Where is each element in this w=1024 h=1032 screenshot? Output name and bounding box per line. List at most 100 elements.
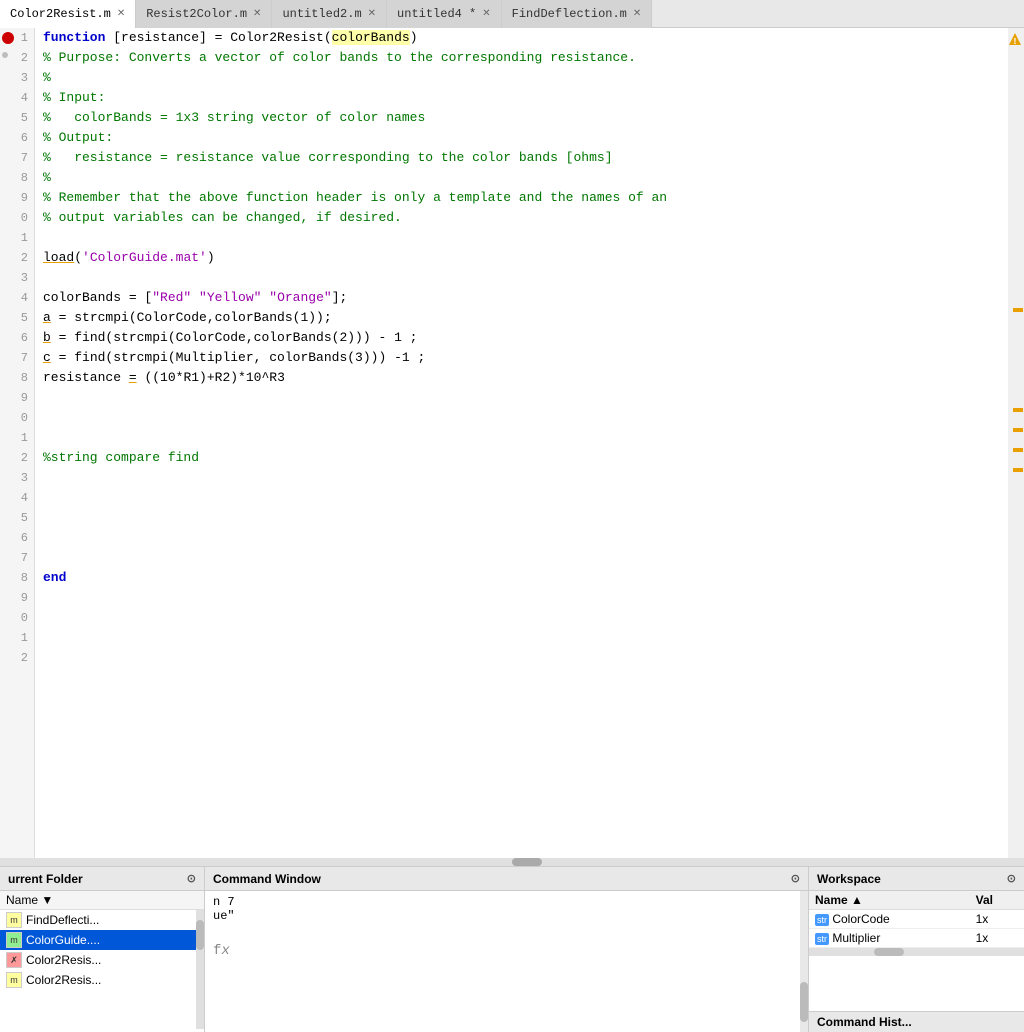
folder-item-color2resis-2[interactable]: m Color2Resis... <box>0 970 196 990</box>
code-line-3: % <box>43 68 1008 88</box>
code-line-19 <box>43 388 1008 408</box>
line-num-1: 1 <box>0 28 34 48</box>
tab-label: Color2Resist.m <box>10 7 111 21</box>
ws-cell-name-multiplier: str Multiplier <box>809 929 970 948</box>
cmd-line-3: ue" <box>213 909 792 923</box>
line-num-16: 6 <box>0 328 34 348</box>
code-line-31 <box>43 628 1008 648</box>
right-gutter: ! <box>1008 28 1024 858</box>
tab-close-untitled2[interactable]: ✕ <box>368 8 376 20</box>
line-num-12: 2 <box>0 248 34 268</box>
command-window-header: Command Window ⊙ <box>205 867 808 891</box>
ws-type-icon-multiplier: str <box>815 933 829 945</box>
code-line-12: load('ColorGuide.mat') <box>43 248 1008 268</box>
editor-scrollbar-h[interactable] <box>0 858 1024 866</box>
line-num-2: 2 <box>0 48 34 68</box>
ws-row-colorcode[interactable]: str ColorCode 1x <box>809 910 1024 929</box>
folder-col-header: Name ▼ <box>0 891 204 910</box>
ws-row-multiplier[interactable]: str Multiplier 1x <box>809 929 1024 948</box>
tab-resist2color[interactable]: Resist2Color.m ✕ <box>136 0 272 28</box>
workspace-scrollbar-thumb[interactable] <box>874 948 904 956</box>
command-window-body[interactable]: n 7 ue" fx <box>205 891 808 1032</box>
code-editor[interactable]: function [resistance] = Color2Resist(col… <box>35 28 1008 858</box>
line-num-31: 1 <box>0 628 34 648</box>
line-num-23: 3 <box>0 468 34 488</box>
folder-scrollbar[interactable] <box>196 910 204 1029</box>
svg-text:!: ! <box>1012 37 1017 46</box>
line-num-19: 9 <box>0 388 34 408</box>
file-icon-m2: m <box>6 972 22 988</box>
line-num-8: 8 <box>0 168 34 188</box>
code-line-11 <box>43 228 1008 248</box>
command-scrollbar-thumb[interactable] <box>800 982 808 1022</box>
command-scrollbar[interactable] <box>800 891 808 1032</box>
tab-color2resist[interactable]: Color2Resist.m ✕ <box>0 0 136 28</box>
code-line-5: % colorBands = 1x3 string vector of colo… <box>43 108 1008 128</box>
workspace-menu-icon[interactable]: ⊙ <box>1007 872 1016 885</box>
editor-container: 1 2 3 4 5 6 7 8 9 0 1 2 3 4 5 6 7 8 9 0 … <box>0 28 1024 858</box>
tab-close-color2resist[interactable]: ✕ <box>117 8 125 20</box>
tab-finddeflection[interactable]: FindDeflection.m ✕ <box>502 0 653 28</box>
tab-untitled2[interactable]: untitled2.m ✕ <box>272 0 387 28</box>
code-line-26 <box>43 528 1008 548</box>
gutter-marker-4 <box>1013 448 1023 452</box>
panel-command-window: Command Window ⊙ n 7 ue" fx <box>205 867 809 1032</box>
line-num-32: 2 <box>0 648 34 668</box>
ws-col-value: Val <box>970 891 1024 910</box>
current-folder-header: urrent Folder ⊙ <box>0 867 204 891</box>
current-folder-title: urrent Folder <box>8 872 83 886</box>
code-line-20 <box>43 408 1008 428</box>
code-line-15: a = strcmpi(ColorCode,colorBands(1)); <box>43 308 1008 328</box>
line-num-9: 9 <box>0 188 34 208</box>
tab-untitled4[interactable]: untitled4 * ✕ <box>387 0 502 28</box>
line-num-22: 2 <box>0 448 34 468</box>
code-line-23 <box>43 468 1008 488</box>
tab-label: FindDeflection.m <box>512 7 627 21</box>
tab-close-finddeflection[interactable]: ✕ <box>633 8 641 20</box>
line-num-4: 4 <box>0 88 34 108</box>
line-num-25: 5 <box>0 508 34 528</box>
file-icon-mat: m <box>6 932 22 948</box>
folder-item-finddeflection[interactable]: m FindDeflecti... <box>0 910 196 930</box>
line-num-14: 4 <box>0 288 34 308</box>
editor-scrollbar-thumb[interactable] <box>512 858 542 866</box>
code-line-9: % Remember that the above function heade… <box>43 188 1008 208</box>
tab-label: Resist2Color.m <box>146 7 247 21</box>
code-line-14: colorBands = ["Red" "Yellow" "Orange"]; <box>43 288 1008 308</box>
workspace-title: Workspace <box>817 872 881 886</box>
line-num-30: 0 <box>0 608 34 628</box>
code-line-27 <box>43 548 1008 568</box>
line-num-29: 9 <box>0 588 34 608</box>
line-num-11: 1 <box>0 228 34 248</box>
folder-list: m FindDeflecti... m ColorGuide.... ✗ Col… <box>0 910 196 1029</box>
tab-close-untitled4[interactable]: ✕ <box>482 8 490 20</box>
command-window-menu-icon[interactable]: ⊙ <box>791 872 800 885</box>
folder-name-col: Name ▼ <box>6 893 53 907</box>
current-folder-menu-icon[interactable]: ⊙ <box>187 872 196 885</box>
cmd-line-5: fx <box>213 943 792 959</box>
command-window-text: n 7 ue" fx <box>205 891 800 1032</box>
ws-cell-val-colorcode: 1x <box>970 910 1024 929</box>
folder-item-color2resis-1[interactable]: ✗ Color2Resis... <box>0 950 196 970</box>
line-num-7: 7 <box>0 148 34 168</box>
folder-scrollbar-thumb[interactable] <box>196 920 204 950</box>
file-icon-err: ✗ <box>6 952 22 968</box>
warning-icon: ! <box>1008 32 1022 46</box>
gutter-marker-2 <box>1013 408 1023 412</box>
line-num-3: 3 <box>0 68 34 88</box>
code-line-17: c = find(strcmpi(Multiplier, colorBands(… <box>43 348 1008 368</box>
code-line-8: % <box>43 168 1008 188</box>
line-num-21: 1 <box>0 428 34 448</box>
folder-item-colorguide[interactable]: m ColorGuide.... <box>0 930 196 950</box>
workspace-scrollbar-h[interactable] <box>809 948 1024 956</box>
line-num-18: 8 <box>0 368 34 388</box>
command-history-label: Command Hist... <box>809 1011 1024 1032</box>
code-line-21 <box>43 428 1008 448</box>
code-line-18: resistance = ((10*R1)+R2)*10^R3 <box>43 368 1008 388</box>
folder-item-name: Color2Resis... <box>26 953 101 967</box>
bottom-panels: urrent Folder ⊙ Name ▼ m FindDeflecti...… <box>0 866 1024 1032</box>
code-line-28: end <box>43 568 1008 588</box>
workspace-body: Name ▲ Val str ColorCode 1x str <box>809 891 1024 1011</box>
tab-close-resist2color[interactable]: ✕ <box>253 8 261 20</box>
code-line-4: % Input: <box>43 88 1008 108</box>
